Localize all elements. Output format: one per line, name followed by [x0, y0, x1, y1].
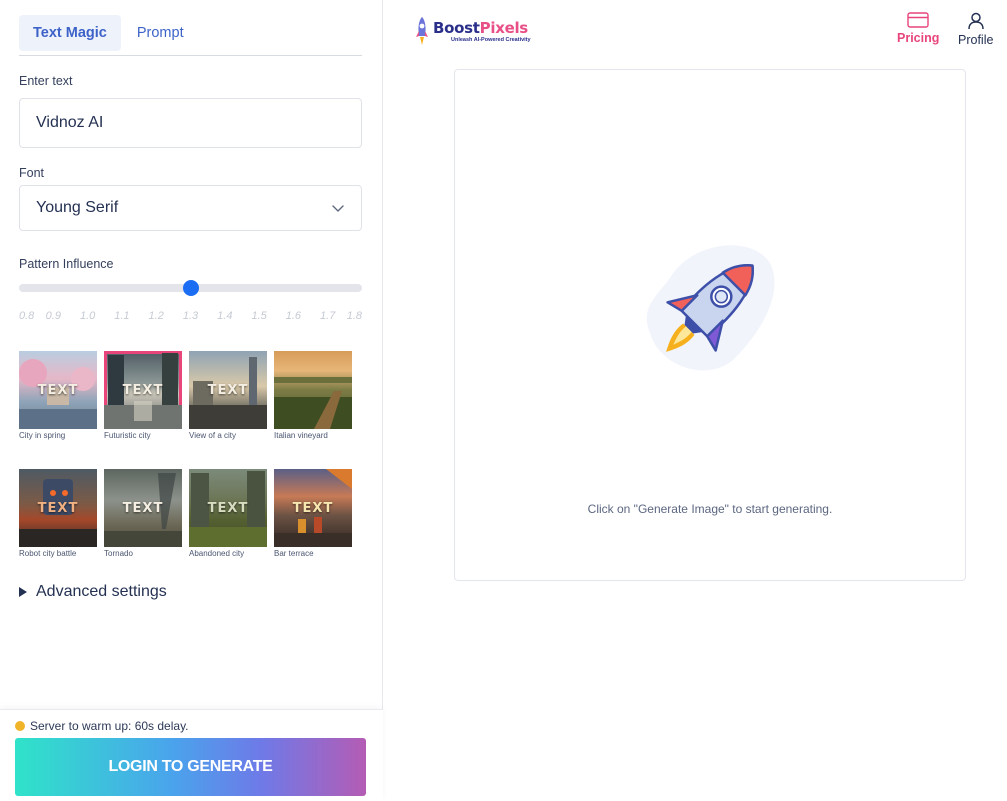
style-card-robot-city-battle[interactable]: TEXT Robot city battle [19, 469, 97, 558]
slider-thumb[interactable] [182, 280, 199, 296]
style-caption: View of a city [189, 431, 236, 440]
text-input-label: Enter text [19, 74, 73, 88]
tab-text-magic[interactable]: Text Magic [19, 15, 121, 51]
style-thumbnail[interactable]: TEXT [189, 469, 267, 547]
text-input-value: Vidnoz AI [36, 114, 104, 131]
login-to-generate-button[interactable]: LOGIN TO GENERATE [15, 738, 366, 796]
user-icon [967, 12, 984, 30]
style-thumbnail[interactable] [274, 351, 352, 429]
text-input[interactable]: Vidnoz AI [19, 98, 362, 148]
style-caption: Bar terrace [274, 549, 314, 558]
slider-tick-label: 1.4 [217, 310, 233, 322]
style-overlay-text: TEXT [207, 500, 249, 516]
brand-text: BoostPixels Unleash AI-Powered Creativit… [433, 18, 531, 43]
style-card-italian-vineyard[interactable]: Italian vineyard [274, 351, 352, 440]
style-card-city-in-spring[interactable]: TEXT City in spring [19, 351, 97, 440]
nav-profile-label: Profile [958, 33, 994, 47]
style-thumbnail[interactable]: TEXT [104, 469, 182, 547]
font-select-label: Font [19, 166, 45, 180]
slider-tick-label: 1.2 [148, 310, 164, 322]
generate-footer: Server to warm up: 60s delay. LOGIN TO G… [0, 709, 383, 801]
style-thumbnail[interactable]: TEXT [19, 351, 97, 429]
style-overlay-text: TEXT [122, 382, 164, 398]
style-overlay-text: TEXT [122, 500, 164, 516]
style-card-tornado[interactable]: TEXT Tornado [104, 469, 182, 558]
style-thumbnail[interactable]: TEXT [189, 351, 267, 429]
chevron-down-icon [331, 201, 345, 215]
rocket-icon [646, 245, 775, 371]
slider-tick-label: 1.6 [285, 310, 302, 322]
style-card-abandoned-city[interactable]: TEXT Abandoned city [189, 469, 267, 558]
style-card-bar-terrace[interactable]: TEXT Bar terrace [274, 469, 352, 558]
rocket-logo-icon [416, 17, 428, 45]
slider-ticks: 0.8 0.9 1.0 1.1 1.2 1.3 1.4 1.5 1.6 1.7 1.8 [19, 310, 362, 324]
style-thumbnail[interactable]: TEXT [104, 351, 182, 429]
brand-name: BoostPixels [433, 18, 528, 37]
slider-tick-label: 1.7 [320, 310, 336, 322]
nav-pricing-label: Pricing [897, 31, 940, 45]
style-card-view-of-a-city[interactable]: TEXT View of a city [189, 351, 267, 440]
brand-logo[interactable]: BoostPixels Unleash AI-Powered Creativit… [414, 16, 531, 46]
style-thumbnail[interactable]: TEXT [274, 469, 352, 547]
style-caption: Robot city battle [19, 549, 77, 558]
settings-panel: Text Magic Prompt Enter text Vidnoz AI F… [0, 0, 383, 801]
credit-card-icon [907, 12, 929, 28]
slider-tick-label: 1.8 [346, 310, 362, 322]
style-grid-row-2: TEXT Robot city battle TEXT Tornado TEXT… [19, 469, 359, 558]
advanced-settings-toggle[interactable]: Advanced settings [19, 583, 167, 601]
style-overlay-text: TEXT [37, 500, 79, 516]
slider-tick-label: 1.0 [79, 310, 96, 322]
style-overlay-text: TEXT [37, 382, 79, 398]
style-thumbnail[interactable]: TEXT [19, 469, 97, 547]
slider-tick-label: 0.8 [19, 310, 35, 322]
slider-tick-label: 1.1 [114, 310, 130, 322]
server-status-text: Server to warm up: 60s delay. [30, 719, 189, 733]
tab-prompt[interactable]: Prompt [123, 15, 198, 51]
style-caption: Italian vineyard [274, 431, 328, 440]
style-overlay-text: TEXT [292, 500, 334, 516]
pattern-influence-slider[interactable] [19, 280, 362, 296]
style-caption: Abandoned city [189, 549, 245, 558]
brand-tagline: Unleash AI-Powered Creativity [451, 36, 531, 43]
style-grid-row-1: TEXT City in spring TEXT Futuristic city… [19, 351, 359, 440]
app-root: Text Magic Prompt Enter text Vidnoz AI F… [0, 0, 1007, 801]
font-select[interactable]: Young Serif [19, 185, 362, 231]
slider-tick-label: 1.5 [251, 310, 267, 322]
nav-profile[interactable]: Profile [958, 12, 993, 47]
slider-tick-label: 0.9 [45, 310, 61, 322]
font-select-value: Young Serif [36, 199, 119, 216]
style-caption: Tornado [104, 549, 133, 558]
nav-pricing[interactable]: Pricing [897, 12, 939, 45]
canvas-hint-text: Click on "Generate Image" to start gener… [587, 502, 833, 516]
caret-right-icon [19, 587, 27, 597]
advanced-settings-label: Advanced settings [36, 583, 167, 600]
style-overlay-text: TEXT [207, 382, 249, 398]
mode-tabs: Text Magic Prompt [19, 15, 362, 56]
status-dot-icon [15, 721, 25, 731]
image-canvas: Click on "Generate Image" to start gener… [454, 69, 966, 581]
server-status: Server to warm up: 60s delay. [15, 719, 189, 733]
style-caption: Futuristic city [104, 431, 151, 440]
style-card-futuristic-city[interactable]: TEXT Futuristic city [104, 351, 182, 440]
style-caption: City in spring [19, 431, 66, 440]
pattern-influence-label: Pattern Influence [19, 257, 114, 271]
slider-tick-label: 1.3 [182, 310, 199, 322]
